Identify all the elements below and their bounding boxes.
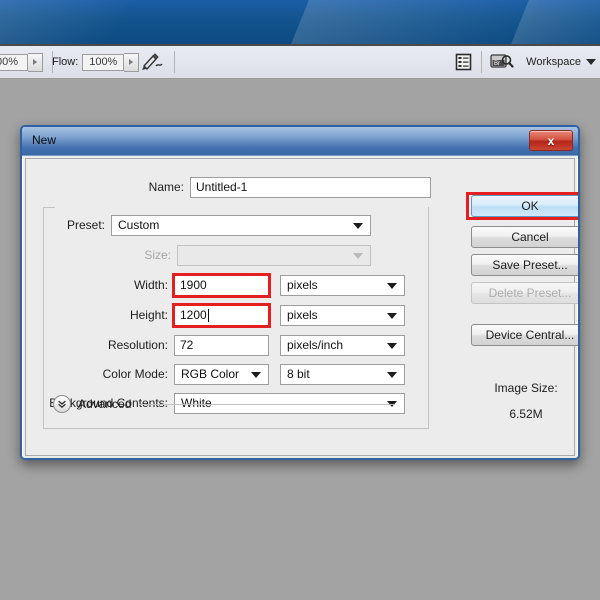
save-preset-button[interactable]: Save Preset... (471, 254, 578, 276)
cancel-button[interactable]: Cancel (471, 226, 578, 248)
chevron-down-icon (387, 343, 397, 349)
color-mode-label: Color Mode: (102, 367, 168, 381)
options-bar-right-group: Br Workspace (455, 46, 596, 78)
height-input[interactable]: 1200 (172, 302, 271, 328)
resolution-input[interactable]: 72 (174, 334, 269, 356)
tool-options-bar: 00% Flow: 100% (0, 46, 600, 79)
flow-spinner-button[interactable] (124, 52, 140, 72)
advanced-section-toggle[interactable]: Advanced (53, 395, 396, 413)
resolution-unit-dropdown[interactable]: pixels/inch (280, 334, 405, 356)
image-size-value: 6.52M (509, 407, 543, 421)
preset-dropdown[interactable]: Custom (111, 214, 371, 236)
width-row: Width: 1900 pixels (26, 272, 434, 298)
advanced-label: Advanced (78, 397, 132, 411)
flow-input[interactable]: 100% (82, 53, 125, 71)
photoshop-app-window: 00% Flow: 100% (0, 0, 600, 600)
color-mode-value: RGB Color (181, 367, 240, 381)
flow-label: Flow: (52, 56, 79, 68)
preset-row: Preset: Custom (26, 214, 434, 236)
size-dropdown (177, 244, 371, 266)
panels-toggle-icon[interactable] (455, 53, 472, 71)
name-label: Name: (148, 180, 184, 194)
chevron-down-icon[interactable] (586, 59, 596, 65)
width-label: Width: (133, 278, 168, 292)
delete-preset-button: Delete Preset... (471, 282, 578, 304)
chevron-double-down-icon (53, 395, 71, 413)
height-row: Height: 1200 pixels (26, 302, 434, 328)
resolution-row: Resolution: 72 pixels/inch (26, 334, 434, 356)
chevron-down-icon (387, 283, 397, 289)
opacity-input[interactable]: 00% (0, 53, 28, 71)
workspace-label[interactable]: Workspace (526, 56, 581, 68)
color-mode-row: Color Mode: RGB Color 8 bit (26, 363, 434, 385)
toolbar-separator (174, 51, 175, 73)
svg-text:Br: Br (494, 61, 500, 67)
opacity-spinner-button[interactable] (28, 52, 43, 72)
height-unit-value: pixels (287, 308, 318, 322)
image-size-label: Image Size: (494, 381, 558, 395)
airbrush-toggle[interactable] (141, 46, 184, 78)
titlebar-sheen (291, 0, 539, 44)
color-depth-value: 8 bit (287, 367, 310, 381)
dialog-button-column: OK Cancel Save Preset... Delete Preset..… (466, 159, 578, 455)
name-input[interactable]: Untitled-1 (190, 176, 431, 198)
height-value: 1200 (180, 308, 207, 322)
size-row: Size: (26, 244, 434, 266)
ok-button[interactable]: OK (471, 195, 578, 217)
dialog-title: New (32, 133, 57, 147)
new-document-dialog: New x Name: Untitled-1 Preset: Custom Si… (20, 125, 580, 460)
airbrush-icon (141, 52, 165, 72)
dialog-titlebar[interactable]: New x (22, 127, 578, 156)
preset-value: Custom (118, 218, 160, 232)
chevron-down-icon (251, 372, 261, 378)
close-icon: x (547, 133, 555, 148)
chevron-down-icon (353, 223, 363, 229)
width-unit-value: pixels (287, 278, 318, 292)
width-unit-dropdown[interactable]: pixels (280, 274, 405, 296)
text-cursor (207, 308, 209, 322)
size-label: Size: (144, 248, 171, 262)
toolbar-separator (481, 51, 483, 73)
flow-control-group: Flow: 100% (52, 46, 140, 78)
height-unit-dropdown[interactable]: pixels (280, 304, 405, 326)
resolution-unit-value: pixels/inch (287, 338, 344, 352)
chevron-down-icon (387, 313, 397, 319)
dialog-form: Name: Untitled-1 Preset: Custom Size: Wi… (26, 159, 434, 455)
color-depth-dropdown[interactable]: 8 bit (280, 363, 405, 385)
width-input[interactable]: 1900 (172, 272, 271, 298)
preset-label: Preset: (66, 218, 105, 232)
height-label: Height: (129, 308, 168, 322)
advanced-divider (139, 403, 396, 405)
device-central-button[interactable]: Device Central... (471, 324, 578, 346)
resolution-label: Resolution: (107, 338, 168, 352)
close-button[interactable]: x (529, 130, 573, 151)
color-mode-dropdown[interactable]: RGB Color (174, 363, 269, 385)
chevron-down-icon (387, 372, 397, 378)
dialog-inner-frame: Name: Untitled-1 Preset: Custom Size: Wi… (25, 158, 578, 456)
titlebar-sheen (0, 0, 129, 44)
chevron-down-icon (353, 253, 363, 259)
name-row: Name: Untitled-1 (26, 176, 434, 198)
bridge-br-icon[interactable]: Br (490, 52, 514, 72)
application-titlebar (0, 0, 600, 44)
dialog-body: Name: Untitled-1 Preset: Custom Size: Wi… (22, 156, 578, 458)
